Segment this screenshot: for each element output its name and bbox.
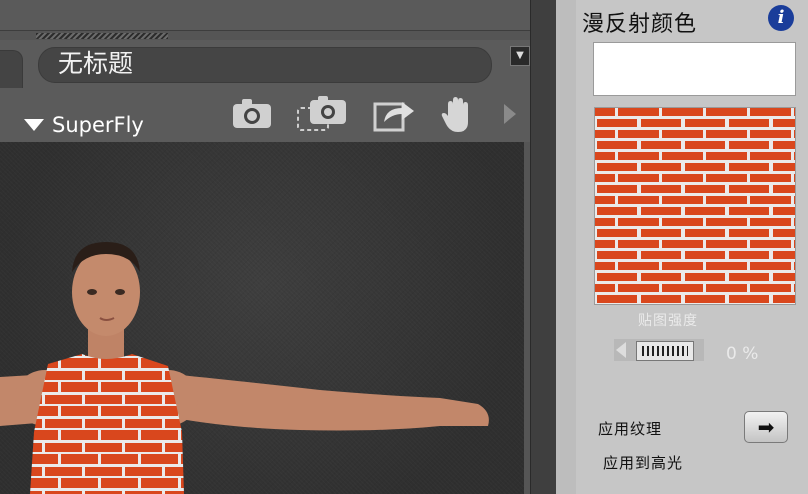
document-title: 无标题	[58, 49, 134, 78]
tab-left-edge[interactable]	[0, 50, 23, 90]
pan-hand-icon[interactable]	[436, 94, 480, 134]
color-swatch[interactable]	[593, 42, 796, 96]
apply-texture-button[interactable]: ➡	[744, 411, 788, 443]
tab-menu-button[interactable]: ▼	[510, 46, 530, 66]
dropdown-triangle-icon	[24, 119, 44, 131]
texture-preview[interactable]	[594, 107, 796, 305]
camera-name: SuperFly	[52, 113, 144, 137]
camera-icon[interactable]	[230, 94, 274, 134]
export-icon[interactable]	[372, 94, 416, 134]
brick-texture-image	[595, 108, 795, 304]
apply-texture-label: 应用纹理	[598, 420, 663, 438]
camera-selector[interactable]: SuperFly	[24, 112, 144, 138]
strength-value: 0 %	[726, 344, 759, 364]
figure-model[interactable]	[0, 142, 524, 494]
play-arrow-icon[interactable]	[500, 94, 520, 134]
strength-slider-thumb[interactable]	[636, 341, 694, 361]
slider-left-arrow-icon[interactable]	[616, 342, 626, 358]
camera-select-icon[interactable]	[296, 94, 350, 134]
panel-splitter[interactable]	[530, 0, 558, 494]
panel-grip[interactable]	[36, 33, 168, 39]
panel-title: 漫反射颜色	[582, 12, 698, 37]
texture-strength-label: 贴图强度	[638, 313, 698, 329]
info-icon[interactable]: i	[768, 5, 794, 31]
top-toolbar-strip	[0, 0, 530, 31]
render-viewport[interactable]	[0, 142, 524, 494]
apply-to-highlight-label[interactable]: 应用到高光	[603, 452, 683, 473]
